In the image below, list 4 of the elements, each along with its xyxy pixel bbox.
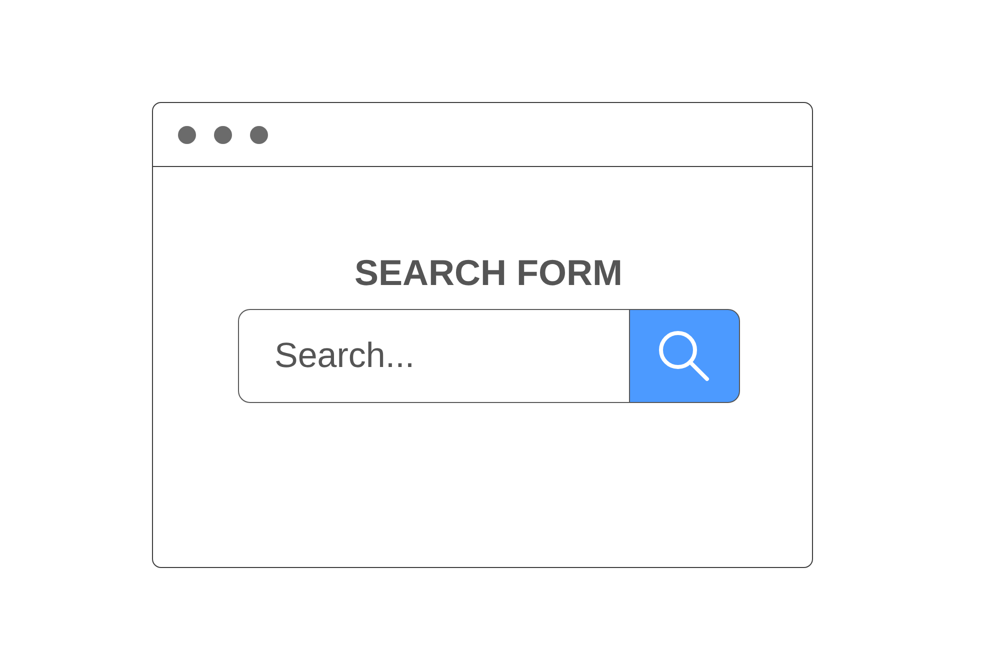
search-button[interactable] xyxy=(628,309,740,403)
search-field[interactable]: Search... xyxy=(238,309,628,403)
form-title: SEARCH FORM xyxy=(354,251,622,295)
search-icon xyxy=(657,329,711,383)
